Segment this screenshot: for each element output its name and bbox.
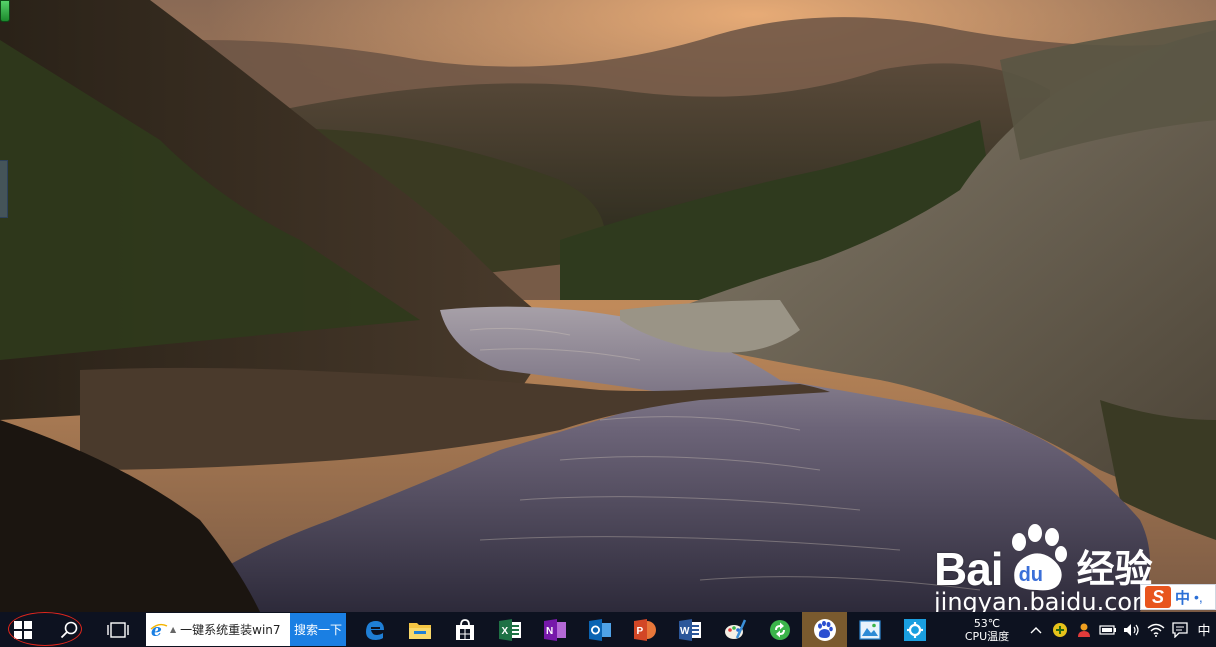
ime-punctuation-toggle[interactable]: •, bbox=[1194, 589, 1203, 605]
show-hidden-icons-chevron-icon[interactable] bbox=[1024, 612, 1048, 647]
ie-search-field[interactable]: e ▲ 一键系统重装win7 bbox=[146, 613, 290, 646]
cpu-temperature-label: CPU温度 bbox=[964, 629, 1010, 643]
tray-plus-icon[interactable] bbox=[1048, 612, 1072, 647]
search-icon bbox=[60, 621, 78, 638]
volume-icon[interactable] bbox=[1120, 612, 1144, 647]
paint-tool-icon[interactable] bbox=[712, 612, 757, 647]
store-icon[interactable] bbox=[442, 612, 487, 647]
ime-mode-toggle[interactable]: 中 bbox=[1175, 587, 1190, 608]
ime-status-bar[interactable]: S 中 •, bbox=[1140, 584, 1216, 610]
input-language-indicator[interactable]: 中 bbox=[1192, 612, 1216, 647]
excel-icon[interactable]: X bbox=[487, 612, 532, 647]
ie-search-go-button[interactable]: 搜索一下 bbox=[290, 613, 346, 646]
sogou-ime-icon[interactable]: S bbox=[1145, 586, 1171, 608]
outlook-icon[interactable] bbox=[577, 612, 622, 647]
task-view-button[interactable] bbox=[92, 612, 144, 647]
file-explorer-icon[interactable] bbox=[397, 612, 442, 647]
ie-search-box[interactable]: e ▲ 一键系统重装win7 搜索一下 bbox=[146, 613, 346, 646]
svg-text:P: P bbox=[636, 626, 643, 637]
edge-icon[interactable] bbox=[352, 612, 397, 647]
tray-user-icon[interactable] bbox=[1072, 612, 1096, 647]
search-button[interactable] bbox=[46, 612, 92, 647]
word-icon[interactable]: W bbox=[667, 612, 712, 647]
cpu-temperature-value: 53℃ bbox=[973, 616, 1001, 630]
svg-text:W: W bbox=[680, 626, 690, 637]
ie-dropdown-caret-icon[interactable]: ▲ bbox=[170, 625, 176, 634]
ie-search-text: 一键系统重装win7 bbox=[180, 623, 281, 637]
onenote-icon[interactable]: N bbox=[532, 612, 577, 647]
sync-icon[interactable] bbox=[757, 612, 802, 647]
settings-gear-icon[interactable] bbox=[892, 612, 937, 647]
battery-icon[interactable] bbox=[1096, 612, 1120, 647]
image-viewer-icon[interactable] bbox=[847, 612, 892, 647]
powerpoint-icon[interactable]: P bbox=[622, 612, 667, 647]
side-dock-handle[interactable] bbox=[0, 160, 8, 218]
system-tray: 53℃ CPU温度 中 bbox=[950, 612, 1216, 647]
wifi-icon[interactable] bbox=[1144, 612, 1168, 647]
svg-text:X: X bbox=[501, 626, 508, 637]
wallpaper-landscape bbox=[0, 0, 1216, 612]
battery-gadget-icon[interactable] bbox=[0, 0, 10, 22]
task-view-icon bbox=[107, 621, 129, 638]
baidu-netdisk-icon[interactable] bbox=[802, 612, 847, 647]
desktop-wallpaper bbox=[0, 0, 1216, 612]
start-button[interactable] bbox=[0, 612, 46, 647]
svg-text:e: e bbox=[151, 621, 162, 639]
action-center-icon[interactable] bbox=[1168, 612, 1192, 647]
svg-text:N: N bbox=[546, 626, 553, 637]
cpu-temperature-widget[interactable]: 53℃ CPU温度 bbox=[950, 612, 1024, 647]
ie-logo-icon: e bbox=[150, 621, 168, 639]
windows-logo-icon bbox=[14, 620, 32, 639]
